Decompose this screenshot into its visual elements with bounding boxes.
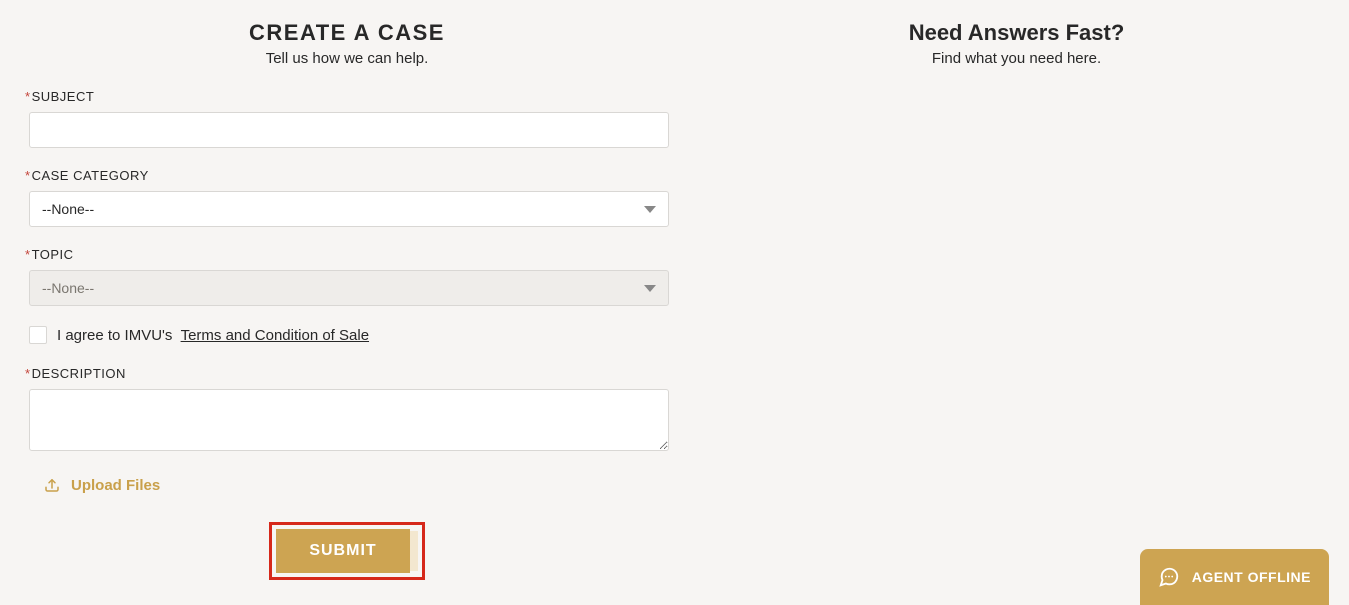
chat-icon [1158,566,1180,588]
chat-status-label: AGENT OFFLINE [1192,569,1311,585]
topic-select[interactable]: --None-- [29,270,669,306]
submit-highlight: SUBMIT [269,522,425,580]
faq-title: Need Answers Fast? [709,20,1324,46]
subject-input[interactable] [29,112,669,148]
chevron-down-icon [644,285,656,292]
terms-link[interactable]: Terms and Condition of Sale [181,327,369,344]
description-label: *DESCRIPTION [25,366,669,381]
chevron-down-icon [644,206,656,213]
live-chat-widget[interactable]: AGENT OFFLINE [1140,549,1329,605]
upload-icon [43,476,61,494]
faq-subtitle: Find what you need here. [709,50,1324,67]
description-textarea[interactable] [29,389,669,451]
agree-terms-checkbox[interactable] [29,326,47,344]
submit-button[interactable]: SUBMIT [276,529,410,573]
case-category-select[interactable]: --None-- [29,191,669,227]
subject-label: *SUBJECT [25,89,669,104]
create-case-title: CREATE A CASE [25,20,669,46]
create-case-subtitle: Tell us how we can help. [25,50,669,67]
case-category-label: *CASE CATEGORY [25,168,669,183]
submit-shadow [410,531,418,571]
upload-files-label: Upload Files [71,477,160,494]
agree-terms-text: I agree to IMVU's Terms and Condition of… [57,327,369,344]
case-category-value: --None-- [42,201,94,217]
topic-label: *TOPIC [25,247,669,262]
upload-files-button[interactable]: Upload Files [43,476,669,494]
topic-value: --None-- [42,280,94,296]
